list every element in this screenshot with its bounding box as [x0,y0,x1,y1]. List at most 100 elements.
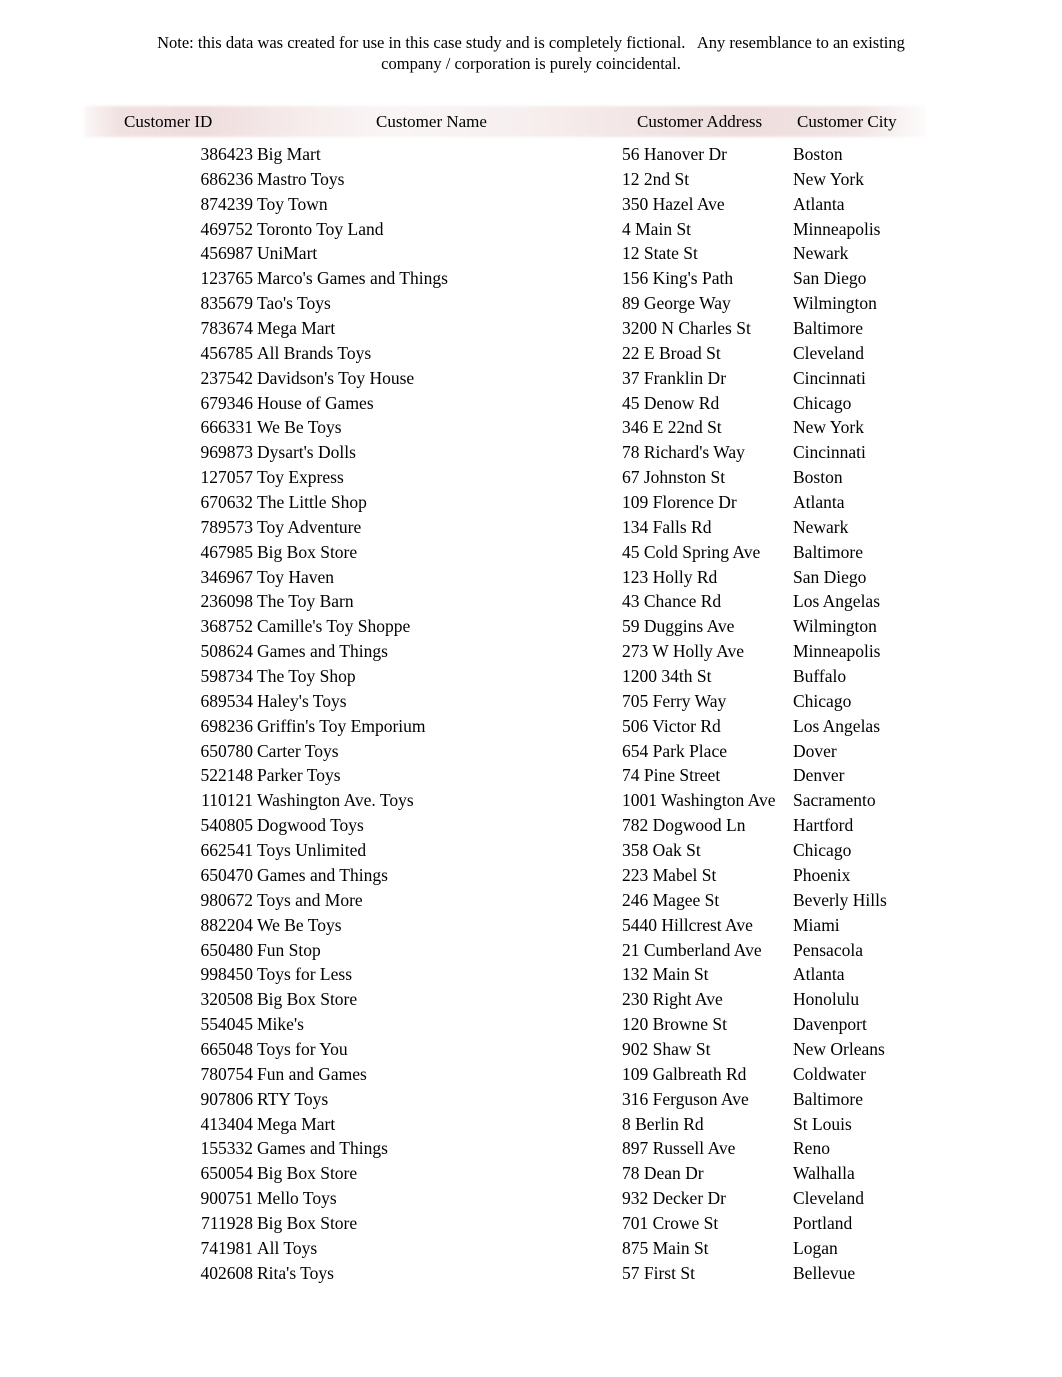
cell-customer-id: 980672 [200,889,254,910]
table-row[interactable]: 650470 Games and Things 223 Mabel St Phoeni… [0,863,1062,888]
column-header-customer-name[interactable]: Customer Name [376,110,487,133]
column-header-customer-address[interactable]: Customer Address [637,110,762,133]
table-row[interactable]: 469752 Toronto Toy Land 4 Main St Minneapol… [0,217,1062,242]
cell-customer-address: 705 Ferry Way [622,690,727,711]
cell-customer-id: 666331 [200,417,254,438]
table-row[interactable]: 123765 Marco's Games and Things 156 King's… [0,266,1062,291]
cell-customer-id: 900751 [200,1188,254,1209]
table-row[interactable]: 689534 Haley's Toys 705 Ferry Way Chicago [0,689,1062,714]
cell-customer-city: Cincinnati [793,442,866,463]
table-row[interactable]: 907806 RTY Toys 316 Ferguson Ave Baltimore [0,1087,1062,1112]
table-row[interactable]: 783674 Mega Mart 3200 N Charles St Baltimor… [0,316,1062,341]
cell-customer-name: RTY Toys [257,1088,329,1109]
table-row[interactable]: 679346 House of Games 45 Denow Rd Chicago [0,391,1062,416]
table-row[interactable]: 522148 Parker Toys 74 Pine Street Denver [0,763,1062,788]
table-row[interactable]: 598734 The Toy Shop 1200 34th St Buffalo [0,664,1062,689]
table-row[interactable]: 456987 UniMart 12 State St Newark [0,241,1062,266]
table-row[interactable]: 456785 All Brands Toys 22 E Broad St Clevel… [0,341,1062,366]
table-header-row: Customer ID Customer Name Customer Addre… [0,106,1062,137]
table-row[interactable]: 666331 We Be Toys 346 E 22nd St New York [0,415,1062,440]
cell-customer-name: Parker Toys [257,765,341,786]
cell-customer-name: All Toys [257,1237,318,1258]
cell-customer-address: 654 Park Place [622,740,727,761]
table-row[interactable]: 155332 Games and Things 897 Russell Ave Ren… [0,1136,1062,1161]
cell-customer-city: St Louis [793,1113,852,1134]
table-row[interactable]: 670632 The Little Shop 109 Florence Dr Atla… [0,490,1062,515]
table-row[interactable]: 368752 Camille's Toy Shoppe 59 Duggins Ave… [0,614,1062,639]
cell-customer-id: 320508 [200,989,254,1010]
table-row[interactable]: 698236 Griffin's Toy Emporium 506 Victor R… [0,714,1062,739]
table-row[interactable]: 686236 Mastro Toys 12 2nd St New York [0,167,1062,192]
column-header-customer-city[interactable]: Customer City [797,110,897,133]
table-row[interactable]: 467985 Big Box Store 45 Cold Spring Ave Bal… [0,540,1062,565]
table-row[interactable]: 780754 Fun and Games 109 Galbreath Rd Coldw… [0,1062,1062,1087]
table-row[interactable]: 998450 Toys for Less 132 Main St Atlanta [0,962,1062,987]
table-row[interactable]: 835679 Tao's Toys 89 George Way Wilmington [0,291,1062,316]
cell-customer-city: Wilmington [793,616,877,637]
cell-customer-address: 273 W Holly Ave [622,641,745,662]
table-row[interactable]: 665048 Toys for You 902 Shaw St New Orleans [0,1037,1062,1062]
cell-customer-id: 346967 [200,566,254,587]
table-row[interactable]: 402608 Rita's Toys 57 First St Bellevue [0,1261,1062,1286]
table-row[interactable]: 711928 Big Box Store 701 Crowe St Portland [0,1211,1062,1236]
cell-customer-id: 835679 [200,293,254,314]
cell-customer-city: Cleveland [793,342,864,363]
cell-customer-id: 650780 [200,740,254,761]
cell-customer-city: Los Angelas [793,715,881,736]
cell-customer-id: 698236 [200,715,254,736]
cell-customer-address: 57 First St [622,1262,695,1283]
table-body: 386423 Big Mart 56 Hanover Dr Boston 686236 M… [0,142,1062,1286]
cell-customer-name: Rita's Toys [257,1262,334,1283]
cell-customer-address: 12 2nd St [622,168,690,189]
table-row[interactable]: 650054 Big Box Store 78 Dean Dr Walhalla [0,1161,1062,1186]
table-row[interactable]: 874239 Toy Town 350 Hazel Ave Atlanta [0,192,1062,217]
cell-customer-name: Dogwood Toys [257,815,364,836]
cell-customer-city: Portland [793,1212,853,1233]
cell-customer-address: 43 Chance Rd [622,591,722,612]
table-row[interactable]: 127057 Toy Express 67 Johnston St Boston [0,465,1062,490]
cell-customer-name: Mello Toys [257,1188,337,1209]
table-row[interactable]: 650480 Fun Stop 21 Cumberland Ave Pensacola [0,938,1062,963]
table-row[interactable]: 540805 Dogwood Toys 782 Dogwood Ln Hartford [0,813,1062,838]
cell-customer-id: 650054 [200,1163,254,1184]
cell-customer-id: 650470 [200,864,254,885]
table-row[interactable]: 969873 Dysart's Dolls 78 Richard's Way Cinc… [0,440,1062,465]
table-row[interactable]: 346967 Toy Haven 123 Holly Rd San Diego [0,565,1062,590]
cell-customer-address: 21 Cumberland Ave [622,939,762,960]
table-row[interactable]: 237542 Davidson's Toy House 37 Franklin Dr… [0,366,1062,391]
cell-customer-address: 3200 N Charles St [622,318,751,339]
table-row[interactable]: 236098 The Toy Barn 43 Chance Rd Los Angela… [0,589,1062,614]
table-row[interactable]: 662541 Toys Unlimited 358 Oak St Chicago [0,838,1062,863]
cell-customer-name: House of Games [257,392,374,413]
table-row[interactable]: 882204 We Be Toys 5440 Hillcrest Ave Miami [0,913,1062,938]
cell-customer-address: 59 Duggins Ave [622,616,735,637]
table-row[interactable]: 980672 Toys and More 246 Magee St Beverly H… [0,888,1062,913]
table-row[interactable]: 386423 Big Mart 56 Hanover Dr Boston [0,142,1062,167]
cell-customer-address: 358 Oak St [622,840,701,861]
cell-customer-id: 123765 [200,268,254,289]
table-row[interactable]: 789573 Toy Adventure 134 Falls Rd Newark [0,515,1062,540]
table-row[interactable]: 508624 Games and Things 273 W Holly Ave Min… [0,639,1062,664]
table-row[interactable]: 741981 All Toys 875 Main St Logan [0,1236,1062,1261]
table-row[interactable]: 320508 Big Box Store 230 Right Ave Honolulu [0,987,1062,1012]
cell-customer-name: Dysart's Dolls [257,442,356,463]
table-row[interactable]: 900751 Mello Toys 932 Decker Dr Cleveland [0,1186,1062,1211]
cell-customer-id: 789573 [200,516,254,537]
cell-customer-city: Denver [793,765,845,786]
cell-customer-name: Big Box Store [257,1163,358,1184]
cell-customer-name: Mastro Toys [257,168,345,189]
cell-customer-id: 554045 [200,1014,254,1035]
cell-customer-name: Fun and Games [257,1063,367,1084]
cell-customer-address: 4 Main St [622,218,692,239]
table-row[interactable]: 413404 Mega Mart 8 Berlin Rd St Louis [0,1112,1062,1137]
cell-customer-name: Carter Toys [257,740,339,761]
cell-customer-name: We Be Toys [257,914,342,935]
cell-customer-id: 598734 [200,666,254,687]
table-row[interactable]: 554045 Mike's 120 Browne St Davenport [0,1012,1062,1037]
table-row[interactable]: 650780 Carter Toys 654 Park Place Dover [0,739,1062,764]
cell-customer-city: Pensacola [793,939,863,960]
cell-customer-city: Minneapolis [793,218,881,239]
table-row[interactable]: 110121 Washington Ave. Toys 1001 Washingto… [0,788,1062,813]
column-header-customer-id[interactable]: Customer ID [124,110,212,133]
cell-customer-address: 132 Main St [622,964,709,985]
